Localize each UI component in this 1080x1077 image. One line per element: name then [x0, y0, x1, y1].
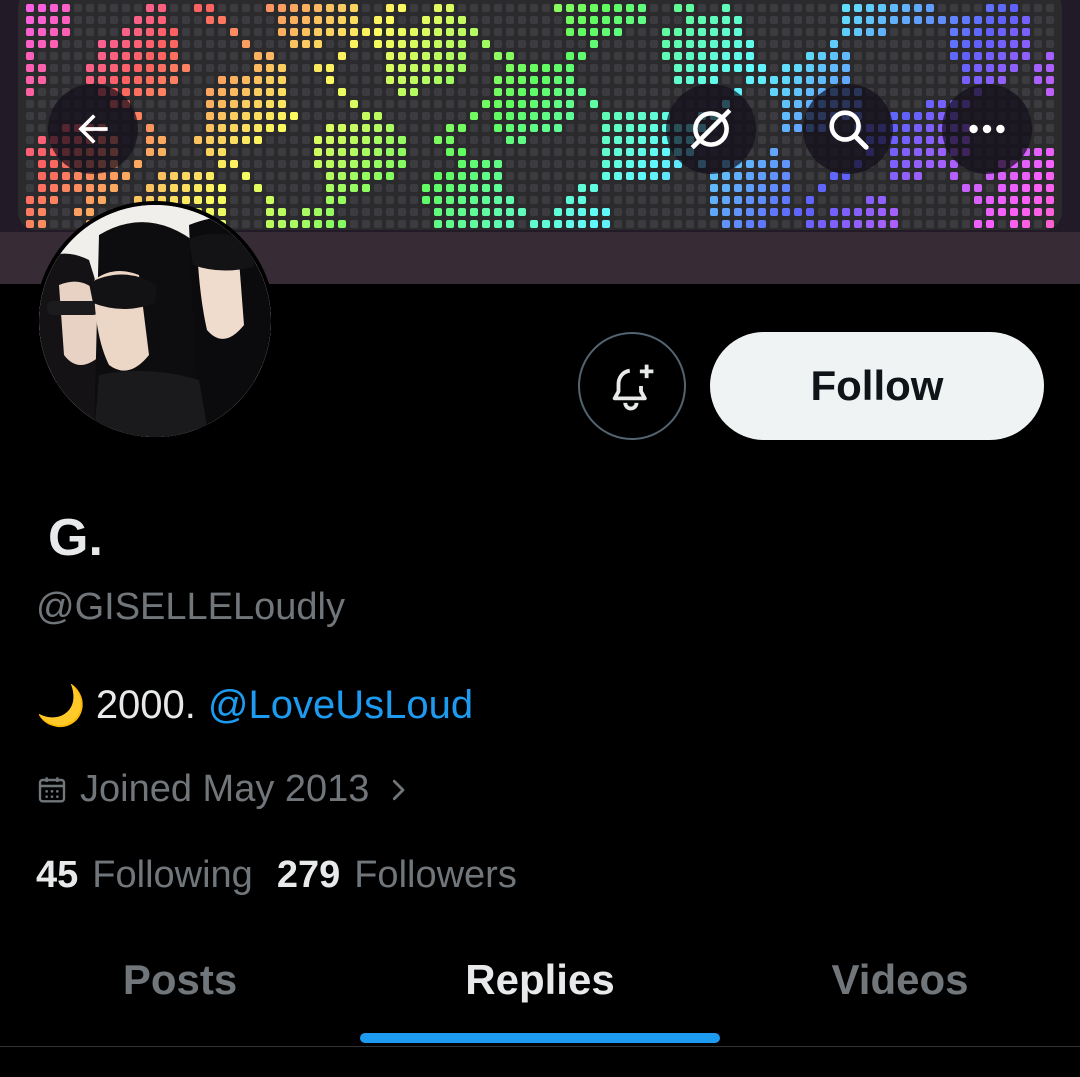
following-count: 45: [36, 854, 79, 896]
arrow-left-icon: [78, 114, 108, 144]
profile-tabs: Posts Replies Videos: [0, 930, 1080, 1046]
chevron-right-icon: [393, 779, 405, 800]
back-button[interactable]: [48, 84, 138, 174]
bio-mention-link[interactable]: @LoveUsLoud: [208, 683, 473, 728]
following-label: Following: [92, 854, 253, 896]
more-horizontal-icon: [969, 124, 1005, 134]
display-name: G.: [48, 509, 103, 567]
following-link[interactable]: 45 Following: [36, 854, 253, 897]
moon-emoji: 🌙: [36, 684, 86, 728]
more-button[interactable]: [942, 84, 1032, 174]
search-icon: [829, 110, 869, 150]
active-tab-indicator: [360, 1033, 720, 1043]
tab-replies[interactable]: Replies: [360, 930, 720, 1030]
followers-link[interactable]: 279 Followers: [277, 854, 517, 897]
search-button[interactable]: [803, 84, 893, 174]
tab-videos[interactable]: Videos: [720, 930, 1080, 1030]
bell-plus-icon: [612, 364, 654, 411]
follow-button[interactable]: Follow: [710, 332, 1044, 440]
joined-date-row[interactable]: Joined May 2013: [36, 768, 413, 811]
grok-icon: [690, 108, 732, 150]
follow-stats: 45 Following 279 Followers: [36, 854, 517, 897]
grok-button[interactable]: [666, 84, 756, 174]
followers-count: 279: [276, 854, 341, 896]
tab-posts[interactable]: Posts: [0, 930, 360, 1030]
bio: 🌙 2000. @LoveUsLoud: [36, 682, 473, 729]
notify-button[interactable]: [578, 332, 686, 440]
user-handle: @GISELLELoudly: [36, 586, 345, 628]
tabs-divider: [0, 1046, 1080, 1047]
avatar-image: [39, 205, 271, 437]
joined-date: Joined May 2013: [80, 768, 370, 810]
followers-label: Followers: [354, 854, 517, 896]
avatar[interactable]: [35, 201, 275, 441]
calendar-icon: [38, 776, 66, 803]
bio-text: 2000.: [95, 683, 196, 727]
